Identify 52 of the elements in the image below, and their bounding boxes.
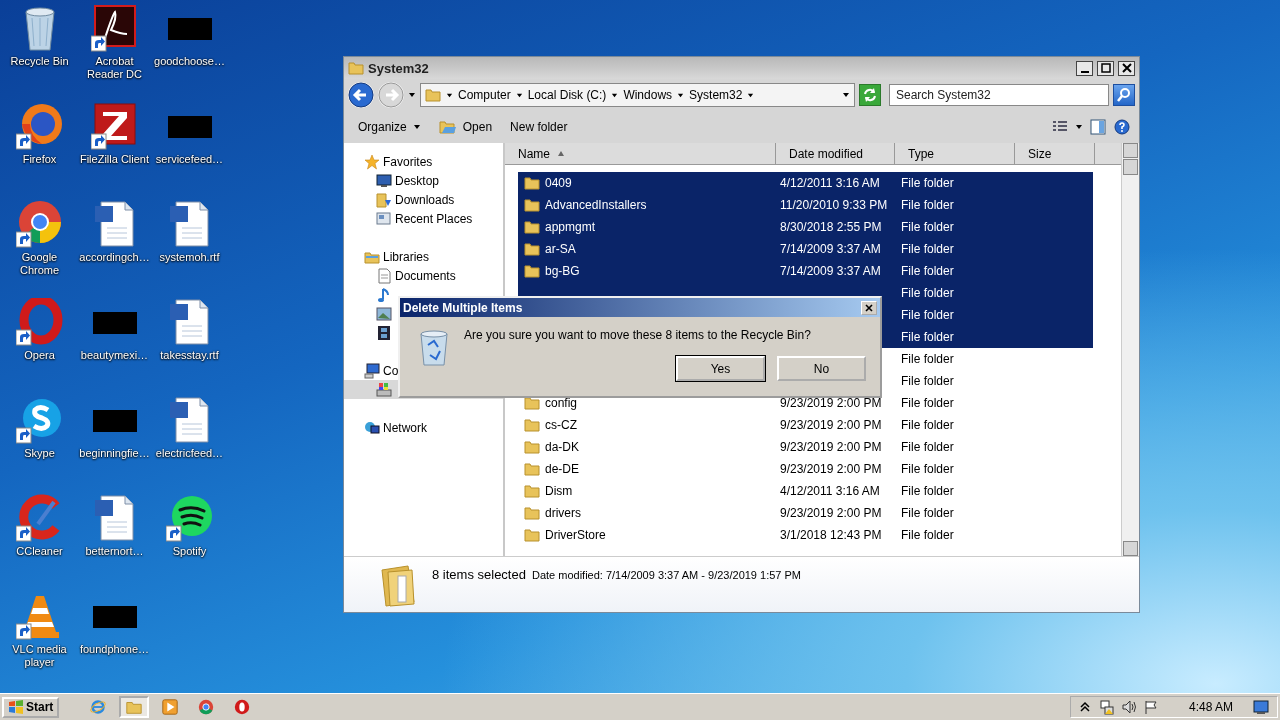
date-modified: 4/12/2011 3:16 AM (780, 484, 880, 498)
date-modified: 8/30/2018 2:55 PM (780, 220, 882, 234)
file-name: drivers (545, 506, 581, 520)
file-type: File folder (901, 220, 954, 234)
nav-label: Favorites (383, 154, 433, 169)
file-name: Dism (545, 484, 573, 498)
file-name: 0409 (545, 176, 572, 190)
file-type: File folder (901, 308, 954, 322)
file-type: File folder (901, 330, 954, 344)
file-type: File folder (901, 528, 954, 542)
file-type: File folder (901, 440, 954, 454)
nav-label: Network (383, 420, 427, 435)
date-modified: 9/23/2019 2:00 PM (780, 506, 882, 520)
nav-label: Co (383, 363, 399, 378)
file-type: File folder (901, 374, 954, 388)
date-modified: 9/23/2019 2:00 PM (780, 396, 882, 410)
file-type: File folder (901, 462, 954, 476)
file-type: File folder (901, 286, 954, 300)
nav-label: Desktop (395, 173, 440, 188)
nav-label: Libraries (383, 249, 430, 264)
file-name: ar-SA (545, 242, 576, 256)
file-name: da-DK (545, 440, 579, 454)
date-modified: 3/1/2018 12:43 PM (780, 528, 882, 542)
date-modified: 4/12/2011 3:16 AM (780, 176, 880, 190)
file-name: appmgmt (545, 220, 596, 234)
window-title: System32 (368, 60, 430, 76)
file-type: File folder (901, 242, 954, 256)
date-modified: 9/23/2019 2:00 PM (780, 462, 882, 476)
nav-label: Recent Places (395, 211, 473, 226)
date-modified: 7/14/2009 3:37 AM (780, 242, 881, 256)
file-type: File folder (901, 484, 954, 498)
file-name: bg-BG (545, 264, 580, 278)
file-type: File folder (901, 418, 954, 432)
nav-label: Downloads (395, 192, 455, 207)
date-modified: 9/23/2019 2:00 PM (780, 440, 882, 454)
file-type: File folder (901, 506, 954, 520)
date-modified: 9/23/2019 2:00 PM (780, 418, 882, 432)
file-name: DriverStore (545, 528, 606, 542)
date-modified: 7/14/2009 3:37 AM (780, 264, 881, 278)
file-name: de-DE (545, 462, 579, 476)
date-range: Date modified: 7/14/2009 3:37 AM - 9/23/2019 1:57 PM (531, 568, 801, 581)
file-type: File folder (901, 198, 954, 212)
nav-label: Documents (395, 268, 456, 283)
file-type: File folder (901, 176, 954, 190)
file-name: config (545, 396, 578, 410)
dialog-message: Are you sure you want to move these 8 items to the Recycle Bin? (464, 328, 812, 342)
file-type: File folder (901, 264, 954, 278)
selection-count: 8 items selected (432, 567, 526, 582)
file-name: AdvancedInstallers (545, 198, 647, 212)
date-modified: 11/20/2010 9:33 PM (780, 198, 888, 212)
file-type: File folder (901, 396, 954, 410)
file-name: cs-CZ (545, 418, 577, 432)
